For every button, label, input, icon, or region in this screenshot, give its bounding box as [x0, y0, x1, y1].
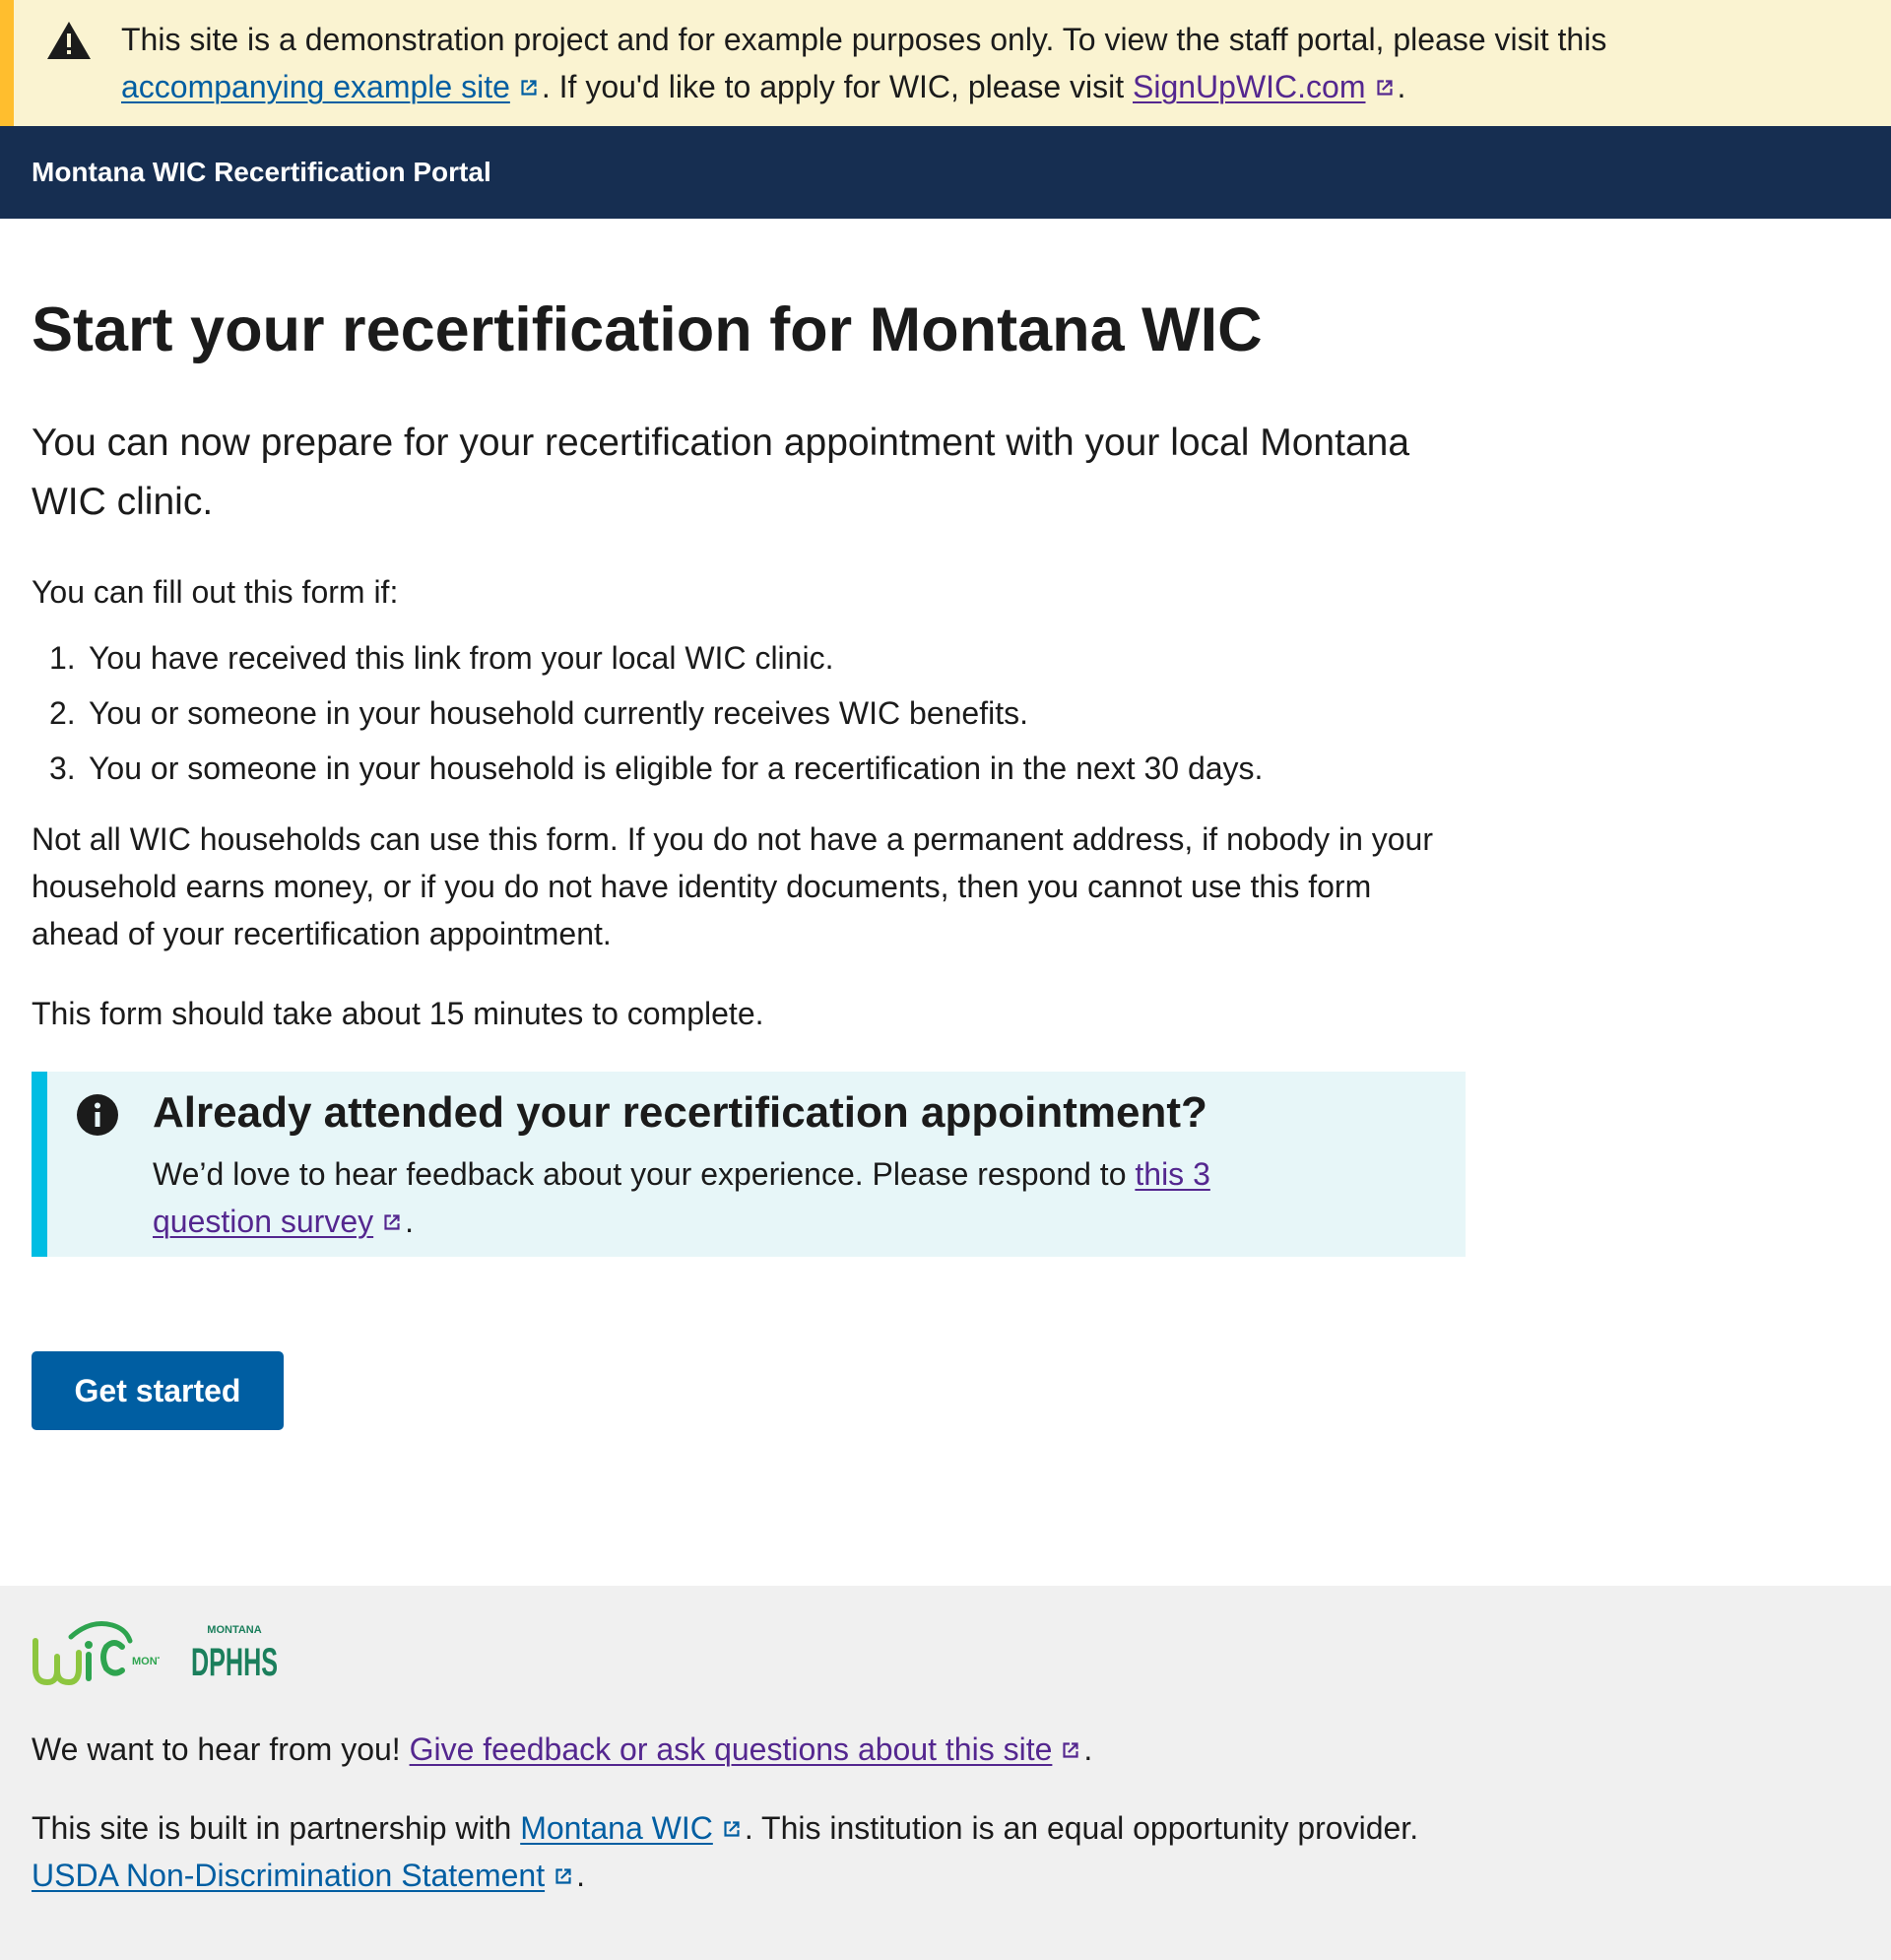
site-footer: MONTANA MONTANA DPHHS We want to hear fr… [0, 1586, 1891, 1960]
give-feedback-link-label: Give feedback or ask questions about thi… [409, 1731, 1053, 1767]
demo-banner-text-2: . If you'd like to apply for WIC, please… [541, 69, 1133, 104]
external-link-icon [555, 1868, 571, 1884]
eligibility-intro: You can fill out this form if: [32, 574, 399, 610]
lead-paragraph: You can now prepare for your recertifica… [32, 422, 1410, 523]
usda-link-label: USDA Non-Discrimination Statement [32, 1858, 546, 1893]
list-item-text: You have received this link from your lo… [89, 640, 834, 676]
list-item: 3. You or someone in your household is el… [49, 741, 1428, 796]
alert-heading: Already attended your recertification ap… [153, 1088, 1207, 1137]
usda-non-discrimination-link[interactable]: USDA Non-Discrimination Statement [32, 1858, 576, 1893]
demo-banner-text-1: This site is a demonstration project and… [121, 22, 1607, 57]
site-header: Montana WIC Recertification Portal [0, 126, 1891, 219]
signupwic-link[interactable]: SignUpWIC.com [1133, 69, 1398, 104]
partnership-paragraph: This site is built in partnership with M… [32, 1804, 1804, 1899]
feedback-paragraph: We want to hear from you! Give feedback … [32, 1726, 1804, 1773]
external-link-icon [1376, 80, 1393, 96]
external-link-icon [724, 1821, 740, 1837]
page-title: Start your recertification for Montana W… [32, 295, 1263, 364]
give-feedback-link[interactable]: Give feedback or ask questions about thi… [410, 1731, 1084, 1767]
list-item-number: 3. [49, 751, 76, 786]
list-item: 1. You have received this link from your … [49, 630, 1428, 686]
demo-banner-text: This site is a demonstration project and… [121, 16, 1815, 110]
feedback-alert: Already attended your recertification ap… [32, 1072, 1466, 1257]
demo-banner-text-3: . [1397, 69, 1406, 104]
partnership-text-2: . This institution is an equal opportuni… [744, 1810, 1419, 1846]
accompanying-example-site-link[interactable]: accompanying example site [121, 69, 542, 104]
restriction-paragraph: Not all WIC households can use this form… [32, 821, 1433, 951]
signupwic-link-label: SignUpWIC.com [1133, 69, 1366, 104]
eligibility-list: 1. You have received this link from your … [49, 630, 1428, 796]
accompanying-example-site-link-label: accompanying example site [121, 69, 510, 104]
external-link-icon [521, 80, 537, 96]
dphhs-logo-text: DPHHS [191, 1641, 278, 1680]
wic-logo-subtext: MONTANA [132, 1656, 160, 1667]
external-link-icon [384, 1214, 400, 1230]
duration-paragraph: This form should take about 15 minutes t… [32, 996, 764, 1031]
dphhs-logo-subtext: MONTANA [207, 1624, 261, 1636]
montana-wic-logo: MONTANA [33, 1621, 160, 1686]
list-item-text: You or someone in your household current… [89, 695, 1028, 731]
alert-body-text: We’d love to hear feedback about your ex… [153, 1156, 1136, 1192]
list-item-number: 1. [49, 640, 76, 676]
demo-site-banner: This site is a demonstration project and… [0, 0, 1891, 126]
usda-end: . [576, 1858, 585, 1893]
warning-icon [47, 22, 91, 59]
get-started-button[interactable]: Get started [32, 1351, 284, 1430]
montana-wic-link-label: Montana WIC [520, 1810, 713, 1846]
alert-body-end: . [405, 1204, 415, 1239]
list-item-text: You or someone in your household is elig… [89, 751, 1264, 786]
info-icon [77, 1094, 118, 1136]
montana-dphhs-logo: MONTANA DPHHS [191, 1624, 278, 1680]
list-item: 2. You or someone in your household curre… [49, 686, 1428, 741]
montana-wic-link[interactable]: Montana WIC [520, 1810, 745, 1846]
list-item-number: 2. [49, 695, 76, 731]
feedback-end: . [1083, 1731, 1093, 1767]
external-link-icon [1063, 1742, 1078, 1758]
site-title-link[interactable]: Montana WIC Recertification Portal [32, 156, 491, 189]
feedback-text: We want to hear from you! [32, 1731, 410, 1767]
alert-body: We’d love to hear feedback about your ex… [153, 1150, 1216, 1245]
partnership-text: This site is built in partnership with [32, 1810, 521, 1846]
